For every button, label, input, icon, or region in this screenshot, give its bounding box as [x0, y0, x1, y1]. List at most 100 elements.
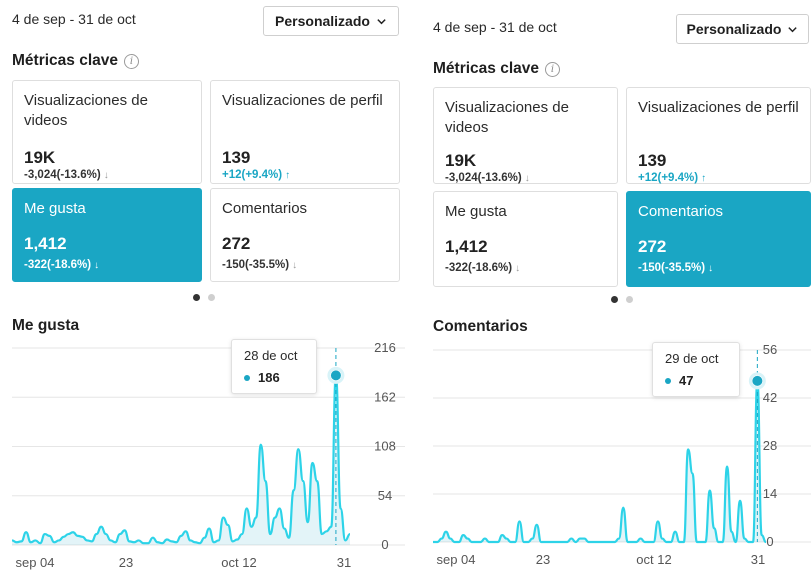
arrow-down-icon: ↓	[708, 262, 714, 274]
likes-chart[interactable]: 0 54 108 162 216 sep 04 23 oct 12 31	[0, 335, 405, 575]
x-tick-label: 31	[751, 552, 765, 567]
x-tick-label: 23	[119, 555, 133, 570]
right-panel: 4 de sep - 31 de oct Personalizado Métri…	[418, 0, 811, 575]
arrow-down-icon: ↓	[94, 259, 100, 271]
x-tick-label: sep 04	[436, 552, 475, 567]
chart-title: Comentarios	[433, 318, 528, 335]
card-delta-text: -322(-18.6%)	[24, 259, 92, 271]
custom-range-button[interactable]: Personalizado	[263, 6, 399, 36]
card-delta: +12(+9.4%) ↑	[222, 169, 290, 181]
x-tick-label: 31	[337, 555, 351, 570]
carousel-dot[interactable]	[626, 296, 633, 303]
arrow-down-icon: ↓	[103, 169, 109, 181]
chevron-down-icon	[788, 26, 798, 32]
card-delta: -3,024(-13.6%) ↓	[445, 172, 530, 184]
tooltip-date: 28 de oct	[244, 348, 298, 363]
card-label: Comentarios	[638, 203, 724, 220]
y-tick-label: 162	[374, 389, 396, 404]
metrics-title-text: Métricas clave	[433, 60, 539, 77]
arrow-down-icon: ↓	[515, 262, 521, 274]
x-tick-label: oct 12	[636, 552, 671, 567]
card-value: 272	[222, 234, 251, 253]
card-delta-text: +12(+9.4%)	[638, 172, 699, 184]
card-value: 1,412	[24, 234, 67, 253]
chart-tooltip: 28 de oct 186	[231, 339, 317, 394]
carousel-dot[interactable]	[611, 296, 618, 303]
arrow-down-icon: ↓	[524, 172, 530, 184]
card-delta-text: -3,024(-13.6%)	[24, 169, 101, 181]
carousel-dot[interactable]	[208, 294, 215, 301]
card-label: Me gusta	[445, 203, 507, 220]
chart-tooltip: 29 de oct 47	[652, 342, 740, 397]
card-value: 19K	[24, 148, 56, 167]
card-delta: -322(-18.6%) ↓	[445, 262, 520, 274]
metrics-title: Métricas clave i	[433, 60, 560, 78]
card-delta-text: -322(-18.6%)	[445, 262, 513, 274]
card-comments[interactable]: Comentarios 272 -150(-35.5%) ↓	[210, 188, 400, 282]
card-value: 272	[638, 237, 667, 256]
metrics-title: Métricas clave i	[12, 52, 139, 70]
y-tick-label: 54	[378, 488, 392, 503]
card-video-views[interactable]: Visualizaciones de videos 19K -3,024(-13…	[433, 87, 618, 184]
x-tick-label: oct 12	[221, 555, 256, 570]
custom-range-label: Personalizado	[275, 13, 370, 29]
y-tick-label: 0	[381, 537, 388, 552]
card-profile-views[interactable]: Visualizaciones de perfil 139 +12(+9.4%)…	[626, 87, 811, 184]
y-tick-label: 216	[374, 340, 396, 355]
carousel-dot[interactable]	[193, 294, 200, 301]
card-video-views[interactable]: Visualizaciones de videos 19K -3,024(-13…	[12, 80, 202, 184]
info-icon[interactable]: i	[545, 61, 560, 77]
card-delta: +12(+9.4%) ↑	[638, 172, 706, 184]
arrow-down-icon: ↓	[292, 259, 298, 271]
chart-title: Me gusta	[12, 317, 80, 334]
chevron-down-icon	[377, 18, 386, 24]
arrow-up-icon: ↑	[285, 169, 291, 181]
series-area	[433, 380, 766, 542]
panel-divider	[405, 0, 418, 575]
card-delta-text: -150(-35.5%)	[222, 259, 290, 271]
comments-chart[interactable]: 0 14 28 42 56 sep 04 23 oct 12 31	[418, 335, 811, 575]
arrow-up-icon: ↑	[701, 172, 707, 184]
carousel-dots	[611, 296, 633, 303]
y-tick-label: 0	[766, 534, 773, 549]
y-tick-label: 28	[763, 438, 777, 453]
card-value: 139	[222, 148, 251, 167]
series-dot-icon	[244, 374, 250, 381]
tooltip-date: 29 de oct	[665, 351, 719, 366]
tooltip-value: 186	[244, 370, 304, 385]
card-delta: -150(-35.5%) ↓	[638, 262, 713, 274]
tooltip-value-text: 186	[258, 370, 280, 385]
custom-range-label: Personalizado	[686, 21, 782, 37]
card-profile-views[interactable]: Visualizaciones de perfil 139 +12(+9.4%)…	[210, 80, 400, 184]
card-likes[interactable]: Me gusta 1,412 -322(-18.6%) ↓	[433, 191, 618, 287]
card-label: Visualizaciones de videos	[24, 92, 148, 129]
card-label: Comentarios	[222, 200, 308, 217]
x-tick-label: 23	[536, 552, 550, 567]
card-value: 19K	[445, 151, 477, 170]
highlight-point	[752, 375, 763, 386]
card-likes[interactable]: Me gusta 1,412 -322(-18.6%) ↓	[12, 188, 202, 282]
y-tick-label: 108	[374, 439, 396, 454]
card-delta: -150(-35.5%) ↓	[222, 259, 297, 271]
left-panel: 4 de sep - 31 de oct Personalizado Métri…	[0, 0, 405, 575]
card-delta-text: +12(+9.4%)	[222, 169, 283, 181]
card-value: 139	[638, 151, 667, 170]
x-tick-label: sep 04	[15, 555, 54, 570]
card-delta: -322(-18.6%) ↓	[24, 259, 99, 271]
card-comments[interactable]: Comentarios 272 -150(-35.5%) ↓	[626, 191, 811, 287]
highlight-point	[330, 370, 341, 381]
carousel-dots	[193, 294, 215, 301]
info-icon[interactable]: i	[124, 53, 139, 69]
tooltip-value: 47	[665, 373, 727, 388]
card-delta: -3,024(-13.6%) ↓	[24, 169, 109, 181]
date-range: 4 de sep - 31 de oct	[433, 19, 557, 35]
series-dot-icon	[665, 377, 671, 384]
y-tick-label: 42	[763, 390, 777, 405]
metrics-title-text: Métricas clave	[12, 52, 118, 69]
series-line	[432, 379, 767, 544]
card-label: Visualizaciones de perfil	[222, 92, 383, 109]
custom-range-button[interactable]: Personalizado	[676, 14, 809, 44]
card-delta-text: -150(-35.5%)	[638, 262, 706, 274]
card-value: 1,412	[445, 237, 488, 256]
card-delta-text: -3,024(-13.6%)	[445, 172, 522, 184]
